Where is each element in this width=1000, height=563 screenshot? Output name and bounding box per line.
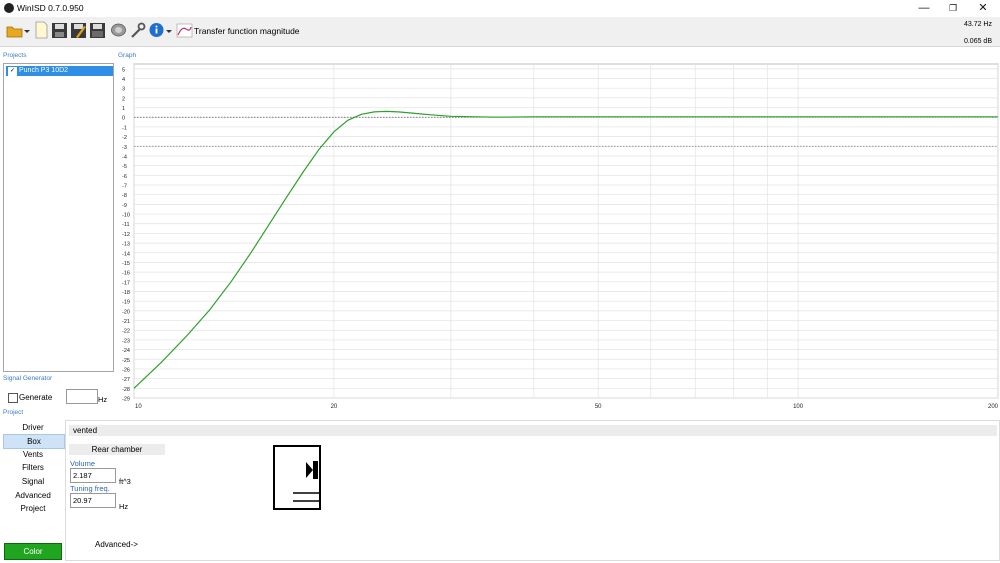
y-tick-label: -3 [122,145,127,151]
cursor-db-readout: 0.065 dB [963,38,992,45]
y-tick-label: -21 [122,319,130,325]
driver-magnet-icon [313,461,318,479]
y-tick-label: -9 [122,203,127,209]
nav-driver[interactable]: Driver [3,421,63,434]
driver-cone-icon [306,462,313,478]
rear-chamber-header: Rear chamber [69,444,165,455]
generate-checkbox[interactable] [8,393,18,403]
volume-label: Volume [70,459,96,468]
y-tick-label: -27 [122,377,130,383]
plot-area [133,63,999,399]
y-tick-label: -23 [122,338,130,344]
box-type-selector[interactable]: vented [69,425,997,436]
save-as-icon[interactable] [70,21,87,39]
y-tick-label: -16 [122,271,130,277]
y-tick-label: 1 [122,106,125,112]
y-tick-label: -26 [122,367,130,373]
graph-section-label: Graph [118,52,137,59]
y-tick-label: -7 [122,184,127,190]
graph-type-label: Transfer function magnitude [194,26,300,36]
nav-signal[interactable]: Signal [3,475,63,488]
y-tick-label: -24 [122,348,130,354]
project-checkbox[interactable]: ✓ [8,67,17,76]
y-tick-label: -6 [122,174,127,180]
y-tick-label: -22 [122,329,130,335]
tuning-freq-label: Tuning freq. [70,484,110,493]
y-tick-label: -13 [122,242,130,248]
x-tick-label: 10 [135,404,142,410]
cursor-frequency-readout: 43.72 Hz [963,21,992,28]
save-all-icon[interactable] [89,21,106,39]
save-icon[interactable] [51,21,68,39]
transfer-function-icon[interactable] [176,21,193,39]
project-item[interactable]: ✓ Punch P3 10D2 [6,66,113,76]
y-tick-label: -28 [122,387,130,393]
y-tick-label: -4 [122,154,127,160]
y-tick-label: -10 [122,213,130,219]
nav-advanced[interactable]: Advanced [3,489,63,502]
project-item-label: Punch P3 10D2 [19,67,69,74]
projects-list[interactable]: ✓ Punch P3 10D2 [3,63,114,372]
y-tick-label: -11 [122,222,130,228]
y-tick-label: -17 [122,280,130,286]
open-folder-icon[interactable] [6,21,23,39]
new-document-icon[interactable] [33,21,50,39]
box-panel: vented Rear chamber Volume 2.187 ft^3 Tu… [65,420,1000,561]
nav-project[interactable]: Project [3,502,63,515]
nav-filters[interactable]: Filters [3,461,63,474]
tuning-freq-unit: Hz [119,502,129,511]
title-bar: WinISD 0.7.0.950 — ❐ ✕ [0,0,1000,16]
info-icon[interactable] [148,21,165,39]
generate-label: Generate [19,393,53,402]
enclosure-diagram [273,445,321,510]
signal-generator-section-label: Signal Generator [3,375,53,382]
driver-icon[interactable] [110,21,127,39]
minimize-button[interactable]: — [909,0,939,16]
color-button[interactable]: Color [4,543,62,560]
signal-frequency-input[interactable] [66,389,98,404]
x-tick-label: 20 [331,404,338,410]
nav-box[interactable]: Box [3,434,65,449]
wrench-icon[interactable] [129,21,146,39]
toolbar: Transfer function magnitude 43.72 Hz 0.0… [0,17,1000,47]
projects-section-label: Projects [3,52,27,59]
y-tick-label: -25 [122,358,130,364]
y-tick-label: -8 [122,193,127,199]
x-tick-label: 200 [988,404,999,410]
app-icon [4,3,14,13]
y-tick-label: -5 [122,164,127,170]
y-tick-label: 4 [122,77,125,83]
x-tick-label: 100 [793,404,804,410]
y-tick-label: 3 [122,87,125,93]
y-tick-label: -18 [122,290,130,296]
y-tick-label: -2 [122,135,127,141]
y-tick-label: -29 [122,397,130,403]
project-section-label: Project [3,409,24,416]
nav-vents[interactable]: Vents [3,448,63,461]
info-dropdown-arrow[interactable] [165,21,173,39]
x-tick-label: 50 [595,404,602,410]
y-tick-label: -20 [122,309,130,315]
y-tick-label: 2 [122,96,125,102]
volume-input[interactable]: 2.187 [70,468,116,483]
y-tick-label: 0 [122,116,125,122]
close-button[interactable]: ✕ [968,0,998,16]
open-dropdown-arrow[interactable] [23,21,31,39]
window-title: WinISD 0.7.0.950 [17,3,84,13]
y-tick-label: -12 [122,232,130,238]
signal-frequency-unit: Hz [98,395,108,404]
y-tick-label: -14 [122,251,130,257]
y-tick-label: -19 [122,300,130,306]
tuning-freq-input[interactable]: 20.97 [70,493,116,508]
advanced-link[interactable]: Advanced-> [95,540,138,549]
y-tick-label: 5 [122,67,125,73]
y-tick-label: -1 [122,125,127,131]
transfer-function-graph[interactable]: 543210-1-2-3-4-5-6-7-8-9-10-11-12-13-14-… [114,62,1000,412]
y-tick-label: -15 [122,261,130,267]
restore-button[interactable]: ❐ [938,0,968,16]
volume-unit: ft^3 [119,477,131,486]
